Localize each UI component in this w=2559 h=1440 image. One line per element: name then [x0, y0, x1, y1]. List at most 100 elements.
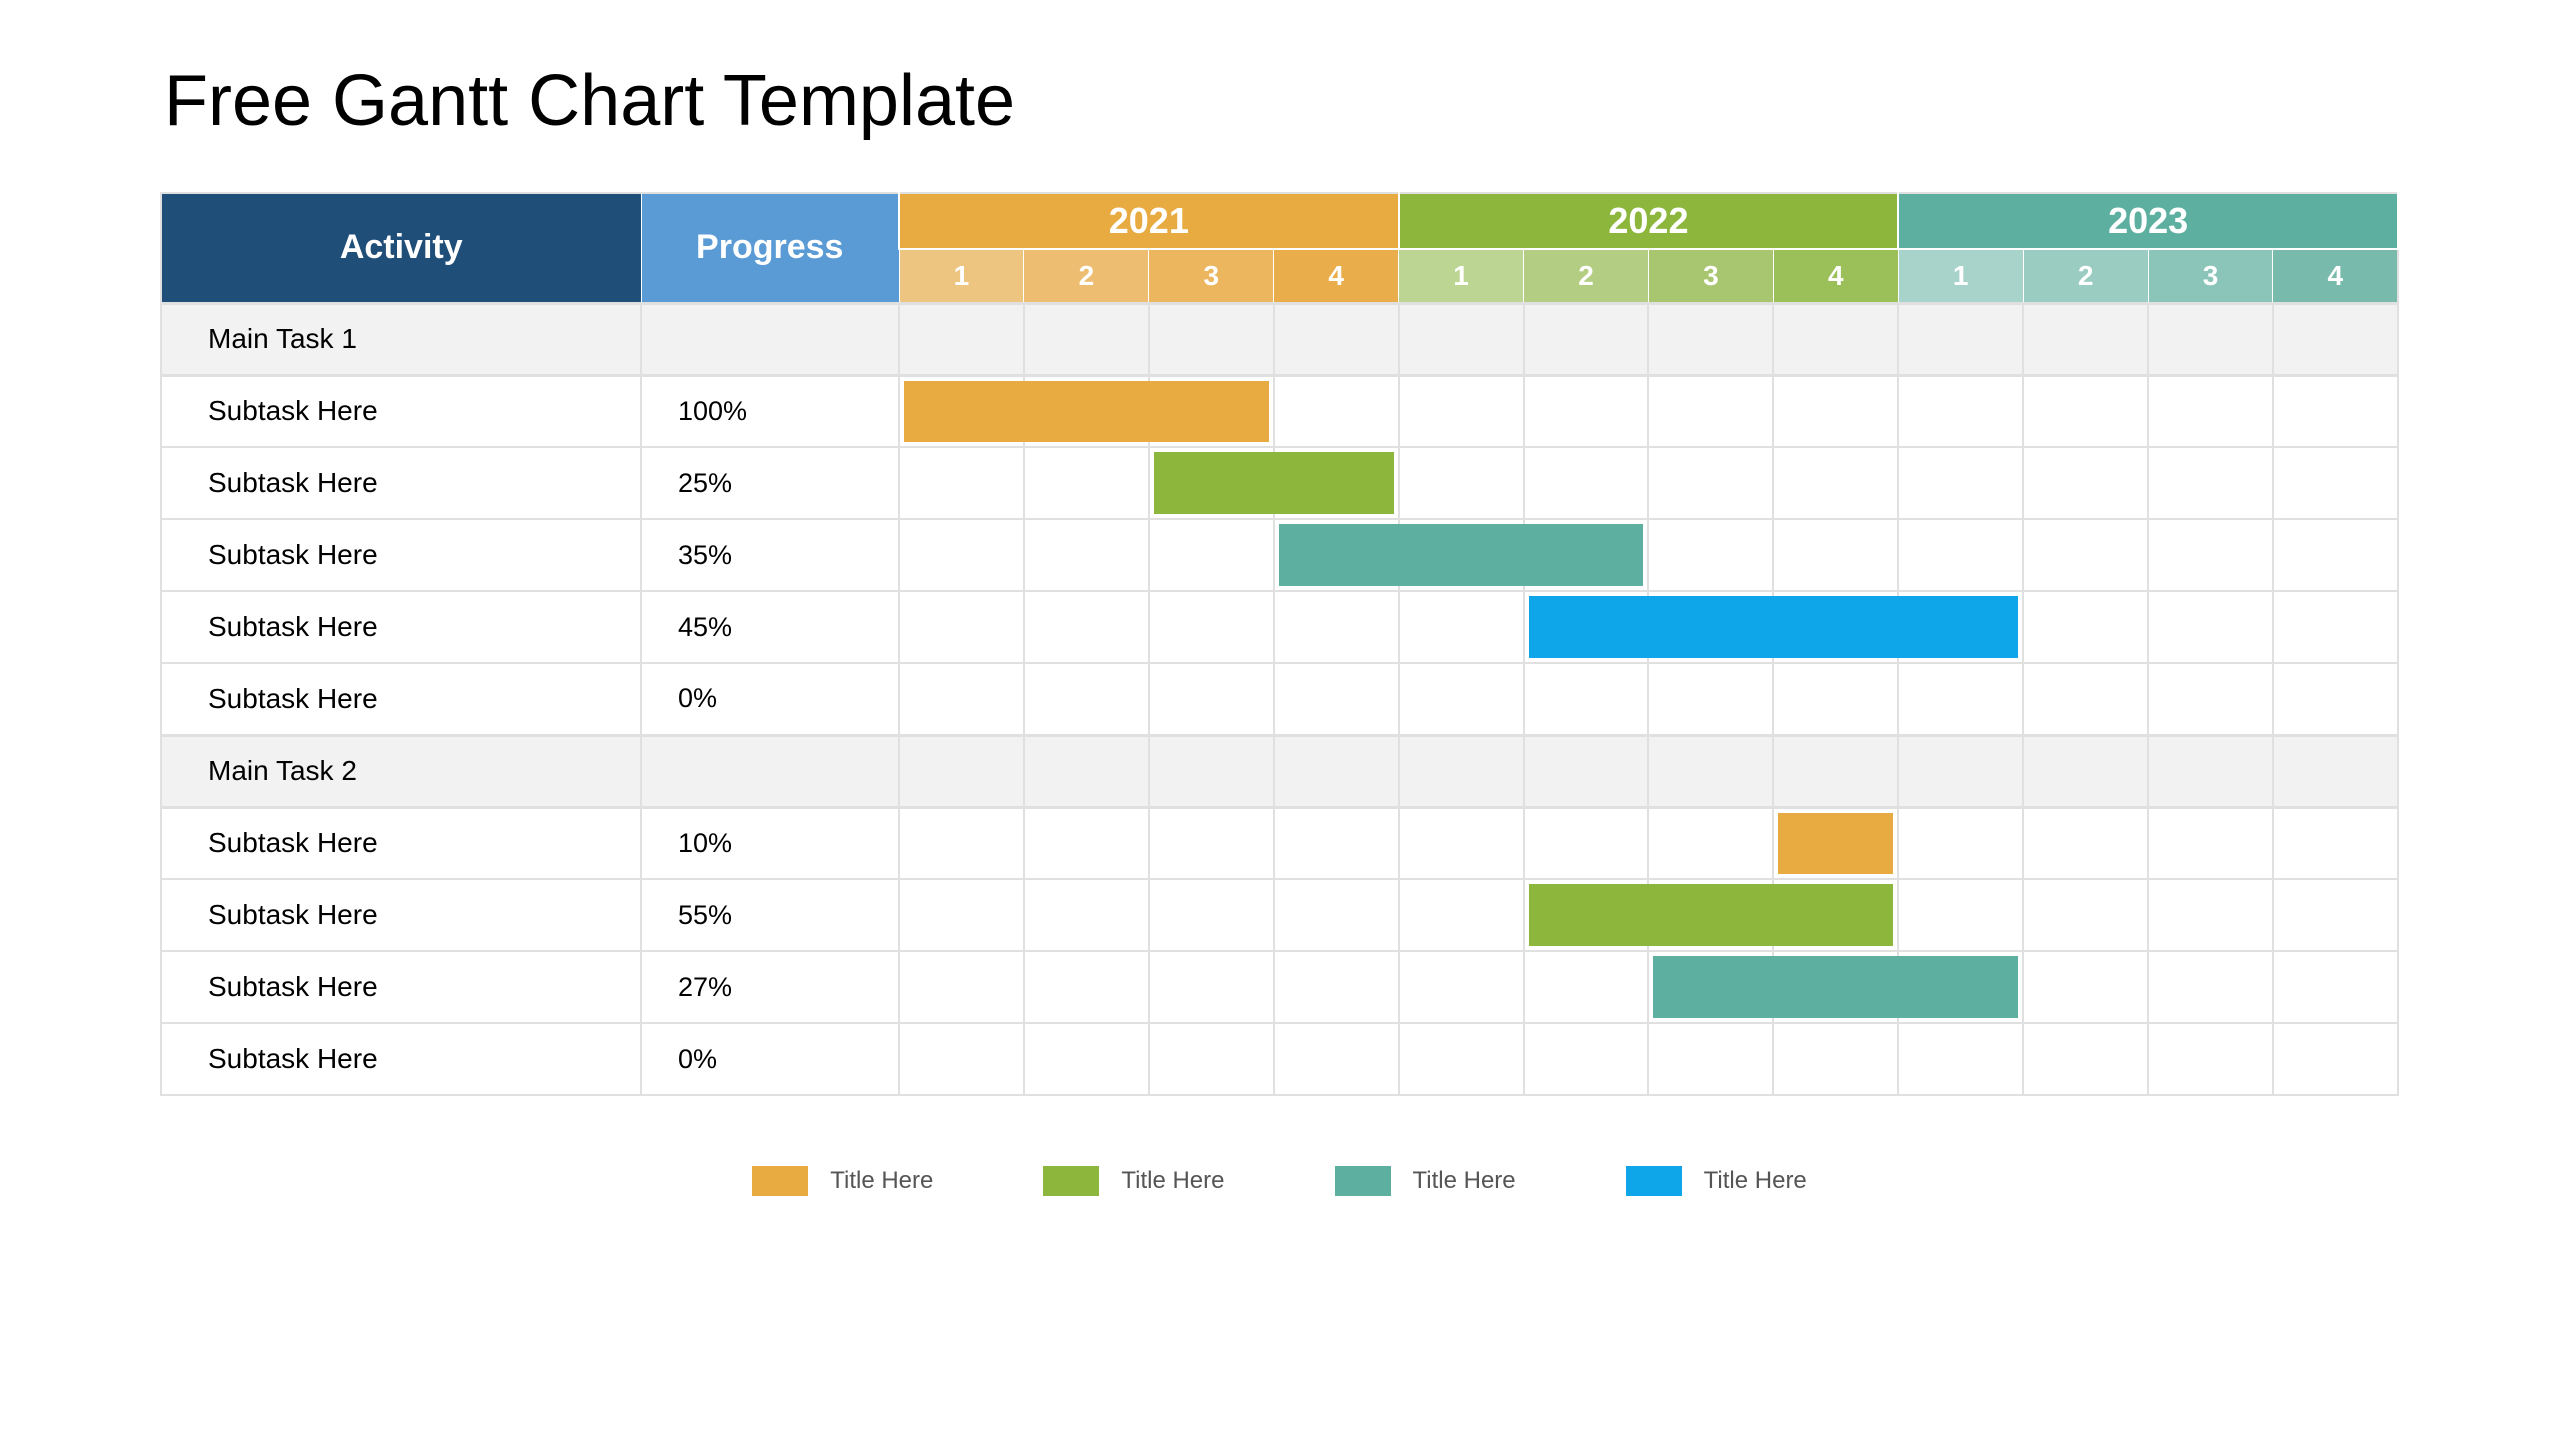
timeline-cell [2273, 879, 2398, 951]
timeline-cell [2148, 303, 2273, 375]
timeline-cell [2148, 879, 2273, 951]
main-task-row: Main Task 1 [161, 303, 2398, 375]
task-label: Subtask Here [161, 591, 641, 663]
timeline-cell [1024, 951, 1149, 1023]
quarter-header: 2 [1524, 249, 1649, 303]
timeline-cell [1898, 879, 2023, 951]
gantt-bar [1778, 813, 1893, 875]
timeline-cell [1149, 951, 1274, 1023]
timeline-cell [1024, 519, 1149, 591]
timeline-cell [1399, 879, 1524, 951]
task-progress [641, 735, 899, 807]
gantt-bar [1772, 884, 1893, 946]
timeline-cell [1149, 303, 1274, 375]
legend-swatch [1626, 1166, 1682, 1196]
task-progress: 0% [641, 1023, 899, 1095]
timeline-cell [1524, 807, 1649, 879]
timeline-cell [1274, 375, 1399, 447]
timeline-cell [1648, 375, 1773, 447]
timeline-cell [1898, 375, 2023, 447]
timeline-cell [1274, 807, 1399, 879]
timeline-cell [1524, 663, 1649, 735]
timeline-cell [1648, 663, 1773, 735]
timeline-cell [1773, 807, 1898, 879]
timeline-cell [899, 807, 1024, 879]
timeline-cell [2023, 447, 2148, 519]
timeline-cell [1274, 951, 1399, 1023]
timeline-cell [2023, 879, 2148, 951]
timeline-cell [1274, 879, 1399, 951]
subtask-row: Subtask Here35% [161, 519, 2398, 591]
timeline-cell [1648, 807, 1773, 879]
timeline-cell [899, 1023, 1024, 1095]
task-label: Subtask Here [161, 663, 641, 735]
subtask-row: Subtask Here27% [161, 951, 2398, 1023]
timeline-cell [2148, 807, 2273, 879]
quarter-header: 3 [1648, 249, 1773, 303]
quarter-header: 2 [2023, 249, 2148, 303]
timeline-cell [1898, 735, 2023, 807]
timeline-cell [1399, 519, 1524, 591]
timeline-cell [2273, 807, 2398, 879]
timeline-cell [1399, 591, 1524, 663]
timeline-cell [1898, 447, 2023, 519]
timeline-cell [1773, 519, 1898, 591]
timeline-cell [1274, 519, 1399, 591]
timeline-cell [1274, 591, 1399, 663]
timeline-cell [1773, 879, 1898, 951]
timeline-cell [2023, 519, 2148, 591]
task-label: Subtask Here [161, 447, 641, 519]
timeline-cell [1399, 303, 1524, 375]
timeline-cell [1274, 303, 1399, 375]
timeline-cell [2148, 375, 2273, 447]
timeline-cell [1399, 1023, 1524, 1095]
quarter-header: 1 [899, 249, 1024, 303]
timeline-cell [1773, 1023, 1898, 1095]
timeline-cell [2023, 375, 2148, 447]
legend-item: Title Here [1626, 1166, 1807, 1196]
timeline-cell [1648, 303, 1773, 375]
timeline-cell [2148, 519, 2273, 591]
timeline-cell [2023, 303, 2148, 375]
task-progress: 100% [641, 375, 899, 447]
timeline-cell [1648, 735, 1773, 807]
timeline-cell [899, 375, 1024, 447]
timeline-cell [1524, 735, 1649, 807]
legend-item: Title Here [1043, 1166, 1224, 1196]
timeline-cell [2273, 663, 2398, 735]
gantt-bar [904, 381, 1025, 443]
subtask-row: Subtask Here0% [161, 663, 2398, 735]
timeline-cell [1149, 879, 1274, 951]
subtask-row: Subtask Here0% [161, 1023, 2398, 1095]
task-progress: 35% [641, 519, 899, 591]
timeline-cell [1524, 591, 1649, 663]
timeline-cell [1024, 1023, 1149, 1095]
timeline-cell [1524, 519, 1649, 591]
task-progress: 27% [641, 951, 899, 1023]
timeline-cell [899, 735, 1024, 807]
legend-label: Title Here [1413, 1167, 1516, 1195]
gantt-bar [1653, 956, 1774, 1018]
page-title: Free Gantt Chart Template [164, 60, 2399, 142]
gantt-bar [1772, 956, 1899, 1018]
timeline-cell [1024, 447, 1149, 519]
timeline-cell [1024, 879, 1149, 951]
timeline-cell [1274, 663, 1399, 735]
timeline-cell [899, 879, 1024, 951]
quarter-header: 3 [1149, 249, 1274, 303]
gantt-bar [1398, 524, 1525, 586]
timeline-cell [899, 447, 1024, 519]
timeline-cell [1399, 663, 1524, 735]
task-label: Subtask Here [161, 951, 641, 1023]
timeline-cell [899, 951, 1024, 1023]
task-progress [641, 303, 899, 375]
timeline-cell [2148, 951, 2273, 1023]
timeline-cell [2148, 1023, 2273, 1095]
timeline-cell [1648, 591, 1773, 663]
timeline-cell [1898, 807, 2023, 879]
task-label: Subtask Here [161, 1023, 641, 1095]
gantt-bar [1897, 596, 2018, 658]
timeline-cell [1024, 591, 1149, 663]
timeline-cell [899, 303, 1024, 375]
timeline-cell [1898, 663, 2023, 735]
